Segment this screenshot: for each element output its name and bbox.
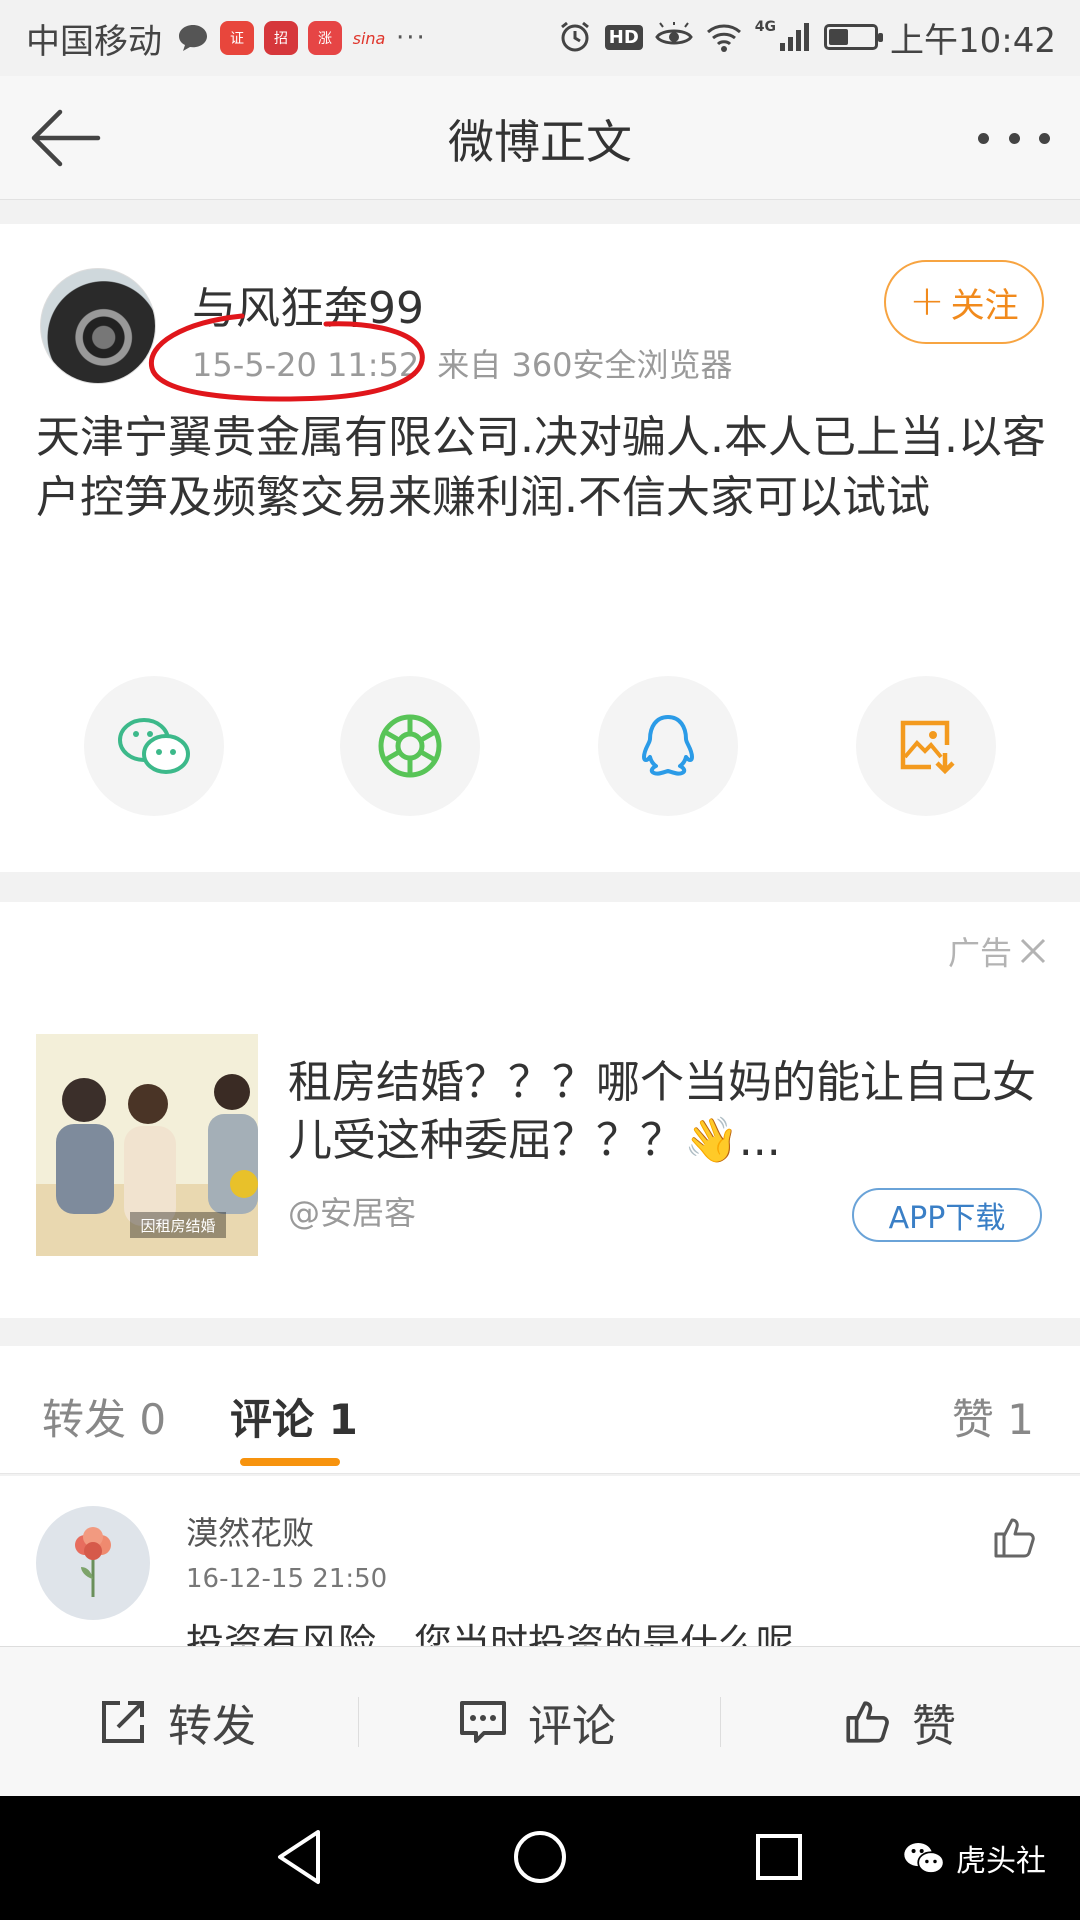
share-wechat-button[interactable] — [84, 676, 224, 816]
signal-icon — [780, 23, 810, 51]
plus-icon: + — [909, 275, 945, 325]
repost-icon — [102, 1701, 144, 1743]
bank-app-icon: 招 — [264, 21, 298, 55]
eye-comfort-icon — [655, 22, 693, 45]
post-content: 天津宁翼贵金属有限公司.决对骗人.本人已上当.以客户控笋及频繁交易来赚利润.不信… — [36, 412, 1046, 523]
carrier-name: 中国移动 — [26, 22, 162, 62]
weibo-post: 与风狂奔99 15-5-20 11:52 来自 360安全浏览器 + 关注 天津宁翼… — [0, 224, 1080, 872]
ad-source: @安居客 — [288, 1194, 417, 1232]
wechat-icon — [118, 718, 190, 774]
nav-back-icon[interactable] — [268, 1824, 334, 1890]
notification-icons: 证 招 涨 sina ··· — [176, 16, 427, 60]
close-icon[interactable] — [1018, 936, 1048, 966]
ad-label[interactable]: 广告 — [948, 928, 1048, 974]
comment-item: 漠然花败 16-12-15 21:50 投资有风险，您当时投资的是什么呢 — [0, 1476, 1080, 1646]
ad-label-text: 广告 — [947, 934, 1012, 972]
wechat-watermark-icon — [904, 1842, 945, 1874]
page-title: 微博正文 — [448, 115, 632, 169]
stock-rise-icon: 涨 — [308, 21, 342, 55]
ad-photo: 因租房结婚 — [36, 1034, 258, 1256]
comment-like-icon[interactable] — [990, 1514, 1038, 1562]
comment-time: 16-12-15 21:50 — [186, 1564, 388, 1594]
top-nav-bar: 微博正文 — [0, 76, 1080, 200]
pingan-securities-icon: 证 — [220, 21, 254, 55]
follow-button[interactable]: + 关注 — [884, 260, 1044, 344]
system-nav-bar: 虎头社 — [0, 1796, 1080, 1920]
author-avatar[interactable] — [40, 268, 156, 384]
wifi-icon — [706, 24, 741, 52]
moments-aperture-icon — [378, 714, 442, 778]
comment-label: 评论 — [528, 1701, 616, 1752]
flower-icon — [75, 1527, 111, 1597]
post-source: 来自 360安全浏览器 — [437, 346, 733, 384]
status-bar: 中国移动 证 招 涨 sina ··· HD 4G 上午10:42 — [0, 0, 1080, 76]
commenter-name[interactable]: 漠然花败 — [186, 1508, 314, 1554]
like-button[interactable]: 赞 — [842, 1647, 956, 1797]
watermark: 虎头社 — [902, 1836, 1046, 1880]
share-row — [0, 676, 1080, 816]
system-indicators: HD 4G 上午10:42 — [557, 12, 1056, 62]
divider — [720, 1697, 721, 1747]
repost-button[interactable]: 转发 — [98, 1647, 256, 1797]
alarm-icon — [560, 21, 589, 52]
ad-photo-caption: 因租房结婚 — [140, 1217, 215, 1235]
tab-comment[interactable]: 评论 1 — [230, 1386, 358, 1447]
more-options-icon[interactable] — [978, 120, 1050, 156]
more-notifications-icon: ··· — [396, 23, 427, 53]
chat-bubble-icon — [179, 25, 207, 51]
red-circle-annotation — [148, 313, 425, 402]
thumbs-up-icon — [846, 1701, 889, 1743]
hd-badge: HD — [604, 24, 643, 50]
qq-penguin-icon — [642, 715, 694, 776]
ad-title[interactable]: 租房结婚？？？哪个当妈的能让自己女儿受这种委屈？？？👋... — [288, 1054, 1048, 1170]
share-moments-button[interactable] — [340, 676, 480, 816]
ad-thumbnail[interactable]: 因租房结婚 — [36, 1034, 258, 1256]
share-qq-button[interactable] — [598, 676, 738, 816]
divider — [358, 1697, 359, 1747]
bottom-action-bar: 转发 评论 赞 — [0, 1646, 1080, 1796]
ad-card[interactable]: 广告 因租房结婚 租房结婚？？？哪个当妈的能让自己女儿受这种委屈？？？👋... … — [0, 902, 1080, 1318]
comment-icon — [460, 1701, 506, 1743]
nav-home-icon[interactable] — [507, 1824, 573, 1890]
comment-text: 投资有风险，您当时投资的是什么呢 — [186, 1621, 795, 1646]
tab-like[interactable]: 赞 1 — [952, 1386, 1034, 1447]
app-download-button[interactable]: APP下载 — [852, 1188, 1042, 1242]
battery-icon — [824, 24, 884, 50]
follow-label: 关注 — [950, 285, 1019, 326]
sina-icon: sina — [352, 28, 386, 48]
tab-repost[interactable]: 转发 0 — [42, 1386, 166, 1447]
commenter-avatar[interactable] — [36, 1506, 150, 1620]
clock: 上午10:42 — [890, 20, 1056, 61]
network-type: 4G — [754, 19, 777, 35]
nav-recents-icon[interactable] — [746, 1824, 812, 1890]
like-label: 赞 — [912, 1701, 956, 1752]
save-image-icon — [900, 720, 955, 775]
repost-label: 转发 — [168, 1701, 256, 1752]
interaction-tabs: 转发 0 评论 1 赞 1 — [0, 1346, 1080, 1474]
active-tab-indicator — [240, 1458, 340, 1466]
save-image-button[interactable] — [856, 676, 996, 816]
comment-button[interactable]: 评论 — [458, 1647, 616, 1797]
watermark-text: 虎头社 — [956, 1844, 1046, 1879]
